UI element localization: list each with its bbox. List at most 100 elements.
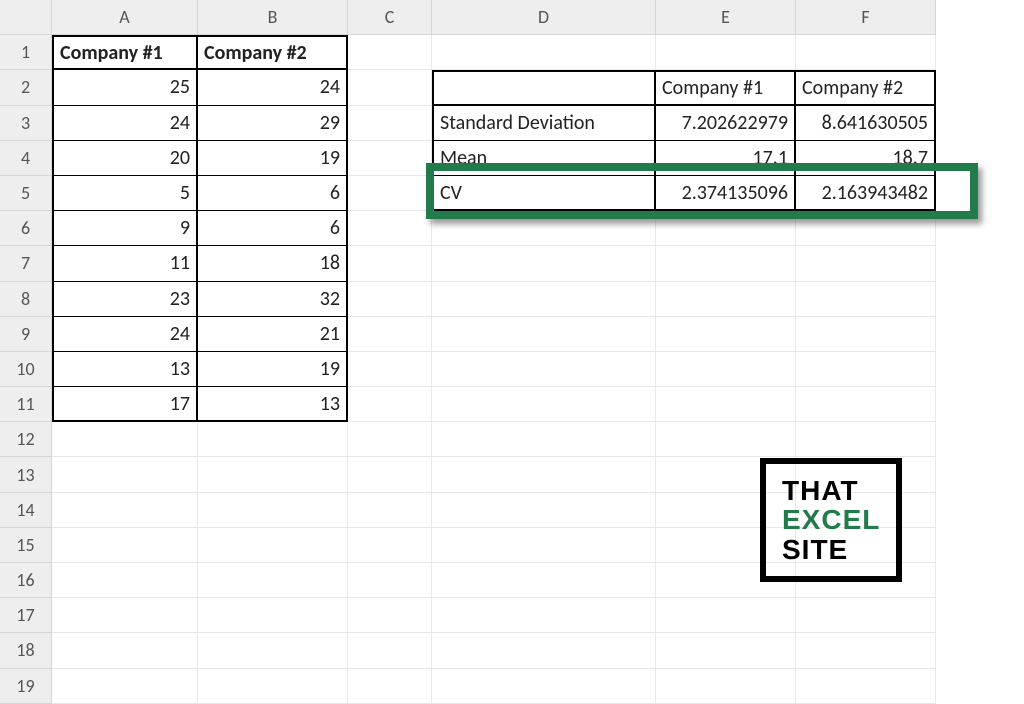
cell-D13[interactable] xyxy=(432,457,656,492)
cell-F7[interactable] xyxy=(796,246,936,281)
cell-B15[interactable] xyxy=(198,528,348,563)
cell-C2[interactable] xyxy=(348,70,432,105)
cell-C19[interactable] xyxy=(348,669,432,704)
cell-C11[interactable] xyxy=(348,387,432,422)
cell-C6[interactable] xyxy=(348,211,432,246)
cell-D3[interactable]: Standard Deviation xyxy=(432,106,656,141)
cell-B9[interactable]: 21 xyxy=(198,317,348,352)
cell-A10[interactable]: 13 xyxy=(52,352,198,387)
cell-A11[interactable]: 17 xyxy=(52,387,198,422)
cell-F10[interactable] xyxy=(796,352,936,387)
cell-F11[interactable] xyxy=(796,387,936,422)
cell-A13[interactable] xyxy=(52,457,198,492)
cell-A8[interactable]: 23 xyxy=(52,282,198,317)
cell-A7[interactable]: 11 xyxy=(52,246,198,281)
cell-C13[interactable] xyxy=(348,457,432,492)
cell-B5[interactable]: 6 xyxy=(198,176,348,211)
cell-D10[interactable] xyxy=(432,352,656,387)
cell-E18[interactable] xyxy=(656,633,796,668)
cell-F17[interactable] xyxy=(796,598,936,633)
cell-A12[interactable] xyxy=(52,422,198,457)
cell-D17[interactable] xyxy=(432,598,656,633)
cell-B6[interactable]: 6 xyxy=(198,211,348,246)
cell-E17[interactable] xyxy=(656,598,796,633)
cell-A2[interactable]: 25 xyxy=(52,70,198,105)
cell-E9[interactable] xyxy=(656,317,796,352)
cell-D18[interactable] xyxy=(432,633,656,668)
cell-C14[interactable] xyxy=(348,493,432,528)
cell-F6[interactable] xyxy=(796,211,936,246)
cell-B19[interactable] xyxy=(198,669,348,704)
cell-D12[interactable] xyxy=(432,422,656,457)
cell-C7[interactable] xyxy=(348,246,432,281)
cell-A1[interactable]: Company #1 xyxy=(52,35,198,70)
cell-E4[interactable]: 17.1 xyxy=(656,141,796,176)
cell-C10[interactable] xyxy=(348,352,432,387)
cell-D14[interactable] xyxy=(432,493,656,528)
cell-E1[interactable] xyxy=(656,35,796,70)
cell-C5[interactable] xyxy=(348,176,432,211)
cell-B7[interactable]: 18 xyxy=(198,246,348,281)
cell-F3[interactable]: 8.641630505 xyxy=(796,106,936,141)
cell-B16[interactable] xyxy=(198,563,348,598)
cell-D6[interactable] xyxy=(432,211,656,246)
cell-C8[interactable] xyxy=(348,282,432,317)
cell-E11[interactable] xyxy=(656,387,796,422)
cell-C16[interactable] xyxy=(348,563,432,598)
cell-D19[interactable] xyxy=(432,669,656,704)
cell-F2[interactable]: Company #2 xyxy=(796,70,936,105)
cell-B17[interactable] xyxy=(198,598,348,633)
cell-C12[interactable] xyxy=(348,422,432,457)
cell-A19[interactable] xyxy=(52,669,198,704)
cell-F5[interactable]: 2.163943482 xyxy=(796,176,936,211)
cell-B2[interactable]: 24 xyxy=(198,70,348,105)
cell-B12[interactable] xyxy=(198,422,348,457)
cell-A18[interactable] xyxy=(52,633,198,668)
cell-A4[interactable]: 20 xyxy=(52,141,198,176)
cell-A3[interactable]: 24 xyxy=(52,106,198,141)
cell-F4[interactable]: 18.7 xyxy=(796,141,936,176)
cell-D9[interactable] xyxy=(432,317,656,352)
cell-F19[interactable] xyxy=(796,669,936,704)
cell-D16[interactable] xyxy=(432,563,656,598)
cell-C17[interactable] xyxy=(348,598,432,633)
cell-A15[interactable] xyxy=(52,528,198,563)
cell-D1[interactable] xyxy=(432,35,656,70)
cell-E6[interactable] xyxy=(656,211,796,246)
cell-E8[interactable] xyxy=(656,282,796,317)
cell-B4[interactable]: 19 xyxy=(198,141,348,176)
cell-D5[interactable]: CV xyxy=(432,176,656,211)
cell-B18[interactable] xyxy=(198,633,348,668)
cell-C18[interactable] xyxy=(348,633,432,668)
cell-F18[interactable] xyxy=(796,633,936,668)
cell-E5[interactable]: 2.374135096 xyxy=(656,176,796,211)
cell-D7[interactable] xyxy=(432,246,656,281)
cell-C1[interactable] xyxy=(348,35,432,70)
cell-F1[interactable] xyxy=(796,35,936,70)
cell-C3[interactable] xyxy=(348,106,432,141)
cell-D15[interactable] xyxy=(432,528,656,563)
cell-D4[interactable]: Mean xyxy=(432,141,656,176)
cell-B3[interactable]: 29 xyxy=(198,106,348,141)
cell-F9[interactable] xyxy=(796,317,936,352)
cell-D8[interactable] xyxy=(432,282,656,317)
cell-B1[interactable]: Company #2 xyxy=(198,35,348,70)
cell-B8[interactable]: 32 xyxy=(198,282,348,317)
cell-A9[interactable]: 24 xyxy=(52,317,198,352)
cell-B11[interactable]: 13 xyxy=(198,387,348,422)
cell-F8[interactable] xyxy=(796,282,936,317)
cell-C15[interactable] xyxy=(348,528,432,563)
cell-A17[interactable] xyxy=(52,598,198,633)
cell-F12[interactable] xyxy=(796,422,936,457)
cell-E19[interactable] xyxy=(656,669,796,704)
cell-A6[interactable]: 9 xyxy=(52,211,198,246)
cell-E7[interactable] xyxy=(656,246,796,281)
cell-D2[interactable] xyxy=(432,70,656,105)
cell-D11[interactable] xyxy=(432,387,656,422)
cell-E2[interactable]: Company #1 xyxy=(656,70,796,105)
cell-B10[interactable]: 19 xyxy=(198,352,348,387)
cell-C9[interactable] xyxy=(348,317,432,352)
cell-A5[interactable]: 5 xyxy=(52,176,198,211)
cell-B14[interactable] xyxy=(198,493,348,528)
cell-E10[interactable] xyxy=(656,352,796,387)
